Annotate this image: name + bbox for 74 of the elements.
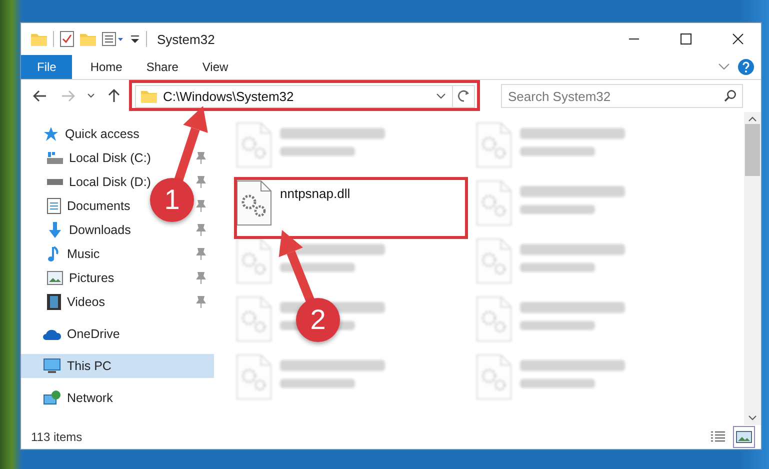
download-arrow-icon (47, 222, 63, 238)
chevron-up-icon (748, 116, 757, 122)
gear-document-icon (236, 238, 272, 284)
help-icon (738, 59, 754, 75)
navigation-item[interactable]: This PC (43, 358, 112, 374)
chevron-down-icon (718, 63, 730, 71)
drive-icon (47, 151, 63, 165)
navigation-item[interactable]: Local Disk (C:) (47, 151, 151, 165)
pin-icon (196, 296, 206, 308)
navigation-item[interactable]: OneDrive (43, 327, 120, 341)
maximize-icon (680, 33, 692, 45)
chevron-down-icon (748, 415, 757, 421)
picture-icon (47, 271, 63, 285)
navigation-item[interactable]: Music (47, 246, 100, 262)
navigation-item[interactable]: Videos (47, 294, 105, 310)
item-count: 113 items (31, 430, 84, 444)
close-icon (732, 33, 744, 45)
star-icon (43, 126, 59, 142)
details-view-icon (710, 431, 726, 443)
arrow-right-icon (61, 90, 75, 102)
arrow-left-icon (33, 90, 47, 102)
gear-document-icon (236, 180, 272, 226)
navigation-item[interactable]: Network (43, 390, 113, 406)
file-menu-button[interactable]: File (21, 55, 72, 79)
navigation-item[interactable]: Documents (47, 198, 130, 214)
properties-icon (102, 32, 124, 46)
address-bar[interactable]: C:\Windows\System32 (135, 84, 475, 108)
refresh-icon (458, 90, 470, 102)
navigation-item[interactable]: Local Disk (D:) (47, 175, 151, 189)
search-icon (724, 90, 736, 102)
search-field[interactable]: Search System32 (501, 84, 743, 108)
ribbon-tab[interactable]: Share (134, 55, 190, 79)
navigation-item[interactable]: Pictures (47, 271, 114, 285)
navigation-item[interactable]: Quick access (43, 126, 140, 142)
ribbon-tab[interactable]: Home (78, 55, 134, 79)
cloud-icon (43, 328, 61, 340)
gear-document-icon (476, 122, 512, 168)
gear-document-icon (236, 122, 272, 168)
pin-icon (196, 272, 206, 284)
pin-icon (196, 224, 206, 236)
dropdown-caret-icon (130, 34, 140, 44)
pin-icon (196, 200, 206, 212)
gear-document-icon (476, 180, 512, 226)
checklist-icon (60, 31, 74, 47)
film-icon (47, 294, 61, 310)
gear-document-icon (476, 296, 512, 342)
help-button[interactable] (735, 56, 757, 78)
address-path: C:\Windows\System32 (163, 88, 295, 104)
folder-icon (80, 32, 96, 46)
scrollbar-thumb[interactable] (745, 124, 760, 176)
drive-icon (47, 179, 63, 185)
music-note-icon (47, 246, 61, 262)
ribbon-tab[interactable]: View (190, 55, 240, 79)
navigation-item[interactable]: Downloads (47, 222, 131, 238)
document-icon (47, 198, 61, 214)
gear-document-icon (476, 238, 512, 284)
arrow-up-icon (108, 89, 120, 103)
folder-icon (31, 32, 47, 46)
pin-icon (196, 176, 206, 188)
gear-document-icon (476, 354, 512, 400)
pin-icon (196, 248, 206, 260)
gear-document-icon (236, 354, 272, 400)
gear-document-icon (236, 296, 272, 342)
network-icon (43, 390, 61, 406)
chevron-down-icon (436, 93, 446, 99)
picture-icon (736, 431, 752, 443)
file-name[interactable]: nntpsnap.dll (280, 186, 350, 201)
monitor-icon (43, 358, 61, 374)
chevron-down-icon (87, 93, 95, 99)
pin-icon (196, 152, 206, 164)
window-title: System32 (157, 32, 216, 46)
large-icons-view-button[interactable] (733, 426, 755, 448)
vertical-scrollbar[interactable] (744, 112, 761, 425)
folder-icon (141, 89, 157, 103)
